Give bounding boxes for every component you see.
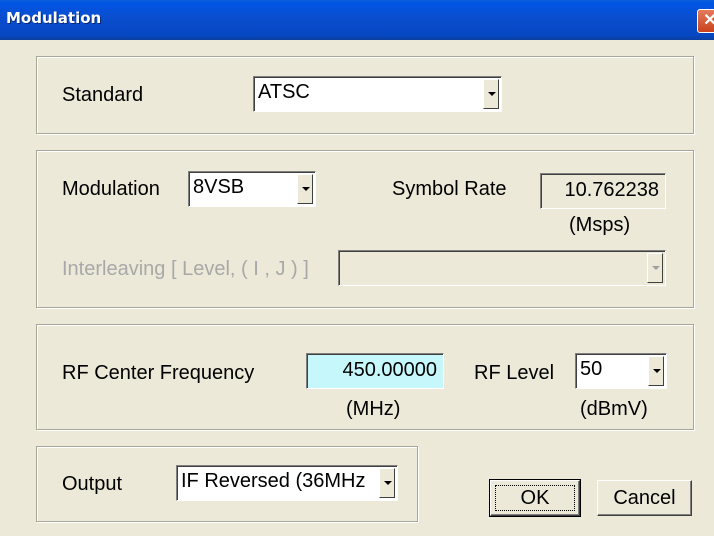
output-select[interactable]: IF Reversed (36MHz <box>176 465 398 501</box>
window-title: Modulation <box>6 9 102 27</box>
standard-label: Standard <box>62 84 144 106</box>
output-label: Output <box>62 473 123 495</box>
standard-dropdown-button[interactable] <box>483 79 499 109</box>
output-dropdown-button[interactable] <box>379 468 395 498</box>
symbol-rate-field: 10.762238 <box>540 173 666 209</box>
title-bar[interactable]: Modulation ✕ <box>0 0 714 40</box>
modulation-dropdown-button[interactable] <box>297 174 313 204</box>
modulation-select[interactable]: 8VSB <box>188 171 316 207</box>
modulation-value: 8VSB <box>193 176 245 198</box>
rf-center-frequency-input[interactable]: 450.00000 <box>306 353 444 389</box>
chevron-down-icon <box>653 369 661 373</box>
symbol-rate-label: Symbol Rate <box>392 178 507 200</box>
chevron-down-icon <box>384 481 392 485</box>
rf-level-label: RF Level <box>474 362 555 384</box>
output-value: IF Reversed (36MHz <box>181 470 366 492</box>
rf-center-frequency-label: RF Center Frequency <box>62 362 255 384</box>
interleaving-label: Interleaving [ Level, ( I , J ) ] <box>62 258 309 280</box>
rf-level-dropdown-button[interactable] <box>648 356 664 386</box>
rf-center-frequency-unit: (MHz) <box>346 398 401 420</box>
standard-select[interactable]: ATSC <box>253 76 502 112</box>
ok-button[interactable]: OK <box>489 479 581 517</box>
symbol-rate-unit: (Msps) <box>569 214 631 236</box>
interleaving-dropdown-button[interactable] <box>647 253 663 283</box>
chevron-down-icon <box>652 266 660 270</box>
rf-level-select[interactable]: 50 <box>575 353 667 389</box>
close-icon[interactable]: ✕ <box>697 9 714 33</box>
standard-value: ATSC <box>258 81 310 103</box>
modulation-label: Modulation <box>62 178 160 200</box>
interleaving-select[interactable] <box>338 250 666 286</box>
chevron-down-icon <box>488 92 496 96</box>
rf-level-unit: (dBmV) <box>580 398 648 420</box>
rf-level-value: 50 <box>580 358 603 380</box>
cancel-button[interactable]: Cancel <box>597 480 692 516</box>
chevron-down-icon <box>302 187 310 191</box>
